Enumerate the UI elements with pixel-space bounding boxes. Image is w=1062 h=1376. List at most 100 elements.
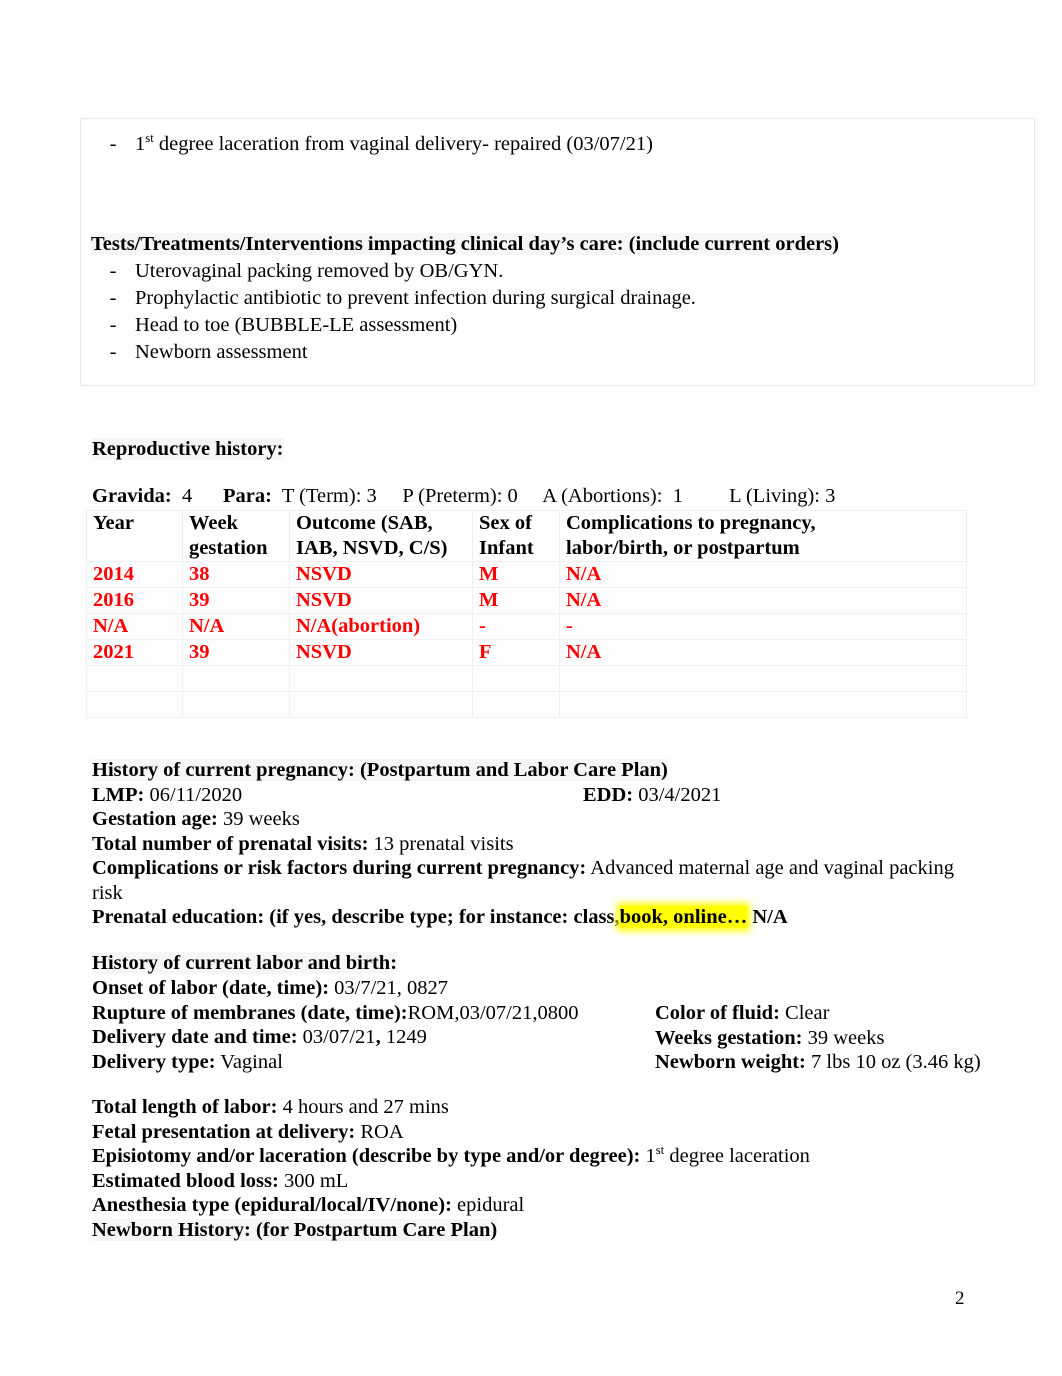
labor-birth-tail: Total length of labor: 4 hours and 27 mi… — [92, 1095, 972, 1242]
prenatal-education-row: Prenatal education: (if yes, describe ty… — [92, 905, 972, 930]
list-item: - Uterovaginal packing removed by OB/GYN… — [91, 258, 1024, 285]
complications-row: Complications or risk factors during cur… — [92, 856, 972, 905]
column-header-outcome: Outcome (SAB, IAB, NSVD, C/S) — [289, 510, 473, 562]
delivery-datetime-label: Delivery date and time: — [92, 1026, 298, 1048]
edd-label: EDD: — [583, 783, 634, 806]
test-item-label: Head to toe (BUBBLE-LE assessment) — [135, 314, 458, 336]
cell-empty — [472, 691, 560, 718]
newborn-weight-label: Newborn weight: — [655, 1051, 806, 1073]
labor-birth-heading: History of current labor and birth: — [92, 951, 972, 976]
delivery-type-label: Delivery type: — [92, 1050, 216, 1073]
cell-sex: - — [472, 613, 560, 640]
labor-birth-left-column: Onset of labor (date, time): 03/7/21, 08… — [92, 976, 652, 1074]
edd-value: 03/4/2021 — [638, 783, 722, 806]
rupture-membranes-label: Rupture of membranes (date, time): — [92, 1001, 408, 1024]
rupture-membranes-row: Rupture of membranes (date, time):ROM,03… — [92, 1001, 652, 1026]
episiotomy-label: Episiotomy and/or laceration (describe b… — [92, 1145, 641, 1167]
cell-outcome: NSVD — [289, 561, 473, 588]
para-label: Para: — [222, 485, 272, 507]
list-item: - 1st degree laceration from vaginal del… — [91, 131, 1024, 158]
onset-of-labor-value: 03/7/21, 0827 — [334, 977, 449, 999]
current-pregnancy-heading: History of current pregnancy: (Postpartu… — [92, 758, 972, 783]
table-row: N/A N/A N/A(abortion) - - — [86, 613, 967, 640]
table-header-row: Year Week gestation Outcome (SAB, IAB, N… — [86, 510, 967, 562]
current-pregnancy-section: History of current pregnancy: (Postpartu… — [92, 758, 972, 930]
cell-sex: M — [472, 561, 560, 588]
delivery-datetime-date: 03/07/21 — [302, 1026, 376, 1048]
bullet-dash-icon: - — [109, 341, 117, 363]
total-length-row: Total length of labor: 4 hours and 27 mi… — [92, 1095, 972, 1120]
cell-outcome: NSVD — [289, 639, 473, 666]
reproductive-history-heading-text: Reproductive history: — [92, 438, 284, 460]
test-item-label: Prophylactic antibiotic to prevent infec… — [135, 287, 696, 309]
laceration-rest: degree laceration from vaginal delivery-… — [153, 133, 653, 155]
prenatal-visits-value: 13 prenatal visits — [373, 832, 514, 855]
term-label: T (Term): — [281, 485, 362, 507]
ordinal-suffix: st — [145, 131, 154, 146]
cell-empty — [86, 665, 183, 692]
cell-empty — [289, 691, 473, 718]
rupture-membranes-value: ROM,03/07/21,0800 — [407, 1001, 579, 1024]
list-item: - Head to toe (BUBBLE-LE assessment) — [91, 312, 1024, 339]
living-label: L (Living): — [729, 485, 820, 507]
header-line: Year — [93, 512, 134, 534]
episiotomy-value-prefix: 1 — [645, 1145, 656, 1167]
prenatal-education-value: N/A — [752, 906, 788, 928]
cell-week: N/A — [182, 613, 290, 640]
cell-year: 2016 — [86, 587, 183, 614]
blood-loss-row: Estimated blood loss: 300 mL — [92, 1169, 972, 1194]
newborn-history-heading: Newborn History: (for Postpartum Care Pl… — [92, 1218, 972, 1243]
fetal-presentation-row: Fetal presentation at delivery: ROA — [92, 1120, 972, 1145]
gravida-para-line: Gravida: 4 Para: T (Term): 3 P (Preterm)… — [92, 485, 972, 508]
table-row-empty — [86, 665, 967, 692]
lmp-label: LMP: — [92, 783, 145, 806]
blood-loss-label: Estimated blood loss: — [92, 1169, 279, 1192]
list-item: - Newborn assessment — [91, 339, 1024, 366]
header-line: Sex of — [479, 512, 532, 534]
cell-empty — [86, 691, 183, 718]
anesthesia-value: epidural — [457, 1194, 525, 1216]
column-header-year: Year — [86, 510, 183, 562]
preterm-value: 0 — [507, 485, 518, 507]
delivery-datetime-row: Delivery date and time: 03/07/21, 1249 — [92, 1025, 652, 1050]
color-of-fluid-value: Clear — [785, 1002, 830, 1024]
fetal-presentation-label: Fetal presentation at delivery: — [92, 1120, 356, 1143]
bullet-dash-icon: - — [109, 260, 117, 282]
gestation-age-row: Gestation age: 39 weeks — [92, 807, 972, 832]
abortions-value: 1 — [672, 485, 683, 507]
newborn-history-heading-text: Newborn History: (for Postpartum Care Pl… — [92, 1218, 498, 1241]
table-row: 2014 38 NSVD M N/A — [86, 561, 967, 588]
tests-treatments-heading: Tests/Treatments/Interventions impacting… — [91, 231, 1024, 258]
cell-complications: N/A — [559, 561, 967, 588]
weeks-gestation-row: Weeks gestation: 39 weeks — [655, 1026, 985, 1051]
page-number: 2 — [955, 1288, 965, 1309]
weeks-gestation-value: 39 weeks — [807, 1026, 885, 1049]
bullet-dash-icon: - — [109, 314, 117, 336]
reproductive-history-heading: Reproductive history: — [92, 438, 284, 461]
lmp-value: 06/11/2020 — [149, 783, 243, 806]
gravida-value: 4 — [181, 485, 193, 507]
gestation-age-value: 39 weeks — [222, 808, 300, 830]
column-header-week-gestation: Week gestation — [182, 510, 290, 562]
cell-outcome: NSVD — [289, 587, 473, 614]
column-header-sex-of-infant: Sex of Infant — [472, 510, 560, 562]
preterm-label: P (Preterm): — [402, 485, 503, 507]
prenatal-education-highlight: book, online… — [619, 906, 748, 928]
header-line: gestation — [189, 537, 268, 559]
delivery-type-row: Delivery type: Vaginal — [92, 1050, 652, 1075]
total-length-label: Total length of labor: — [92, 1096, 278, 1118]
prenatal-visits-label: Total number of prenatal visits: — [92, 832, 369, 855]
cell-outcome: N/A(abortion) — [289, 613, 473, 640]
newborn-weight-row: Newborn weight: 7 lbs 10 oz (3.46 kg) — [655, 1050, 985, 1075]
current-pregnancy-heading-text: History of current pregnancy: (Postpartu… — [92, 759, 668, 781]
cell-week: 39 — [182, 639, 290, 666]
header-line: Complications to pregnancy, — [566, 512, 816, 534]
delivery-type-value: Vaginal — [220, 1050, 283, 1073]
cell-empty — [559, 691, 967, 718]
test-item-label: Uterovaginal packing removed by OB/GYN. — [135, 260, 504, 282]
tests-treatments-heading-text: Tests/Treatments/Interventions impacting… — [91, 233, 839, 255]
labor-birth-right-column: Color of fluid: Clear Weeks gestation: 3… — [655, 1001, 985, 1075]
table-row: 2016 39 NSVD M N/A — [86, 587, 967, 614]
total-length-value: 4 hours and 27 mins — [282, 1096, 449, 1118]
living-value: 3 — [825, 485, 836, 507]
